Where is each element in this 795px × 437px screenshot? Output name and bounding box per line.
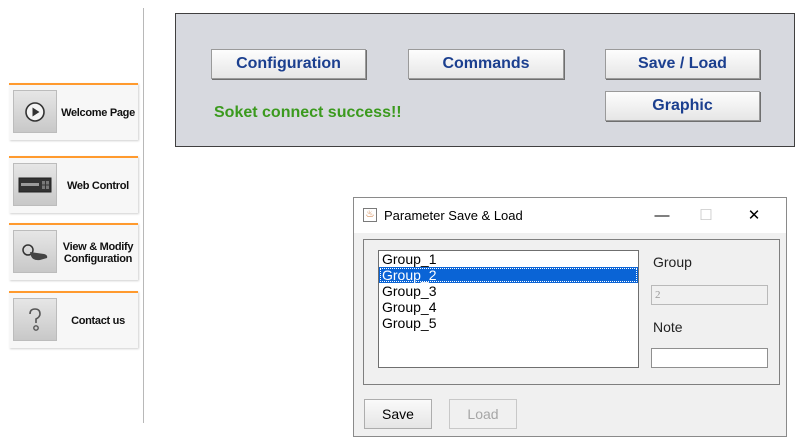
- play-icon: [13, 90, 57, 133]
- hand-pointer-icon: [13, 230, 57, 273]
- java-app-icon: ♨: [363, 208, 377, 222]
- save-load-button[interactable]: Save / Load: [605, 49, 760, 79]
- group-label: Group: [653, 254, 692, 270]
- parameter-save-load-dialog: ♨ Parameter Save & Load — ☐ ✕ Group_1 Gr…: [353, 197, 787, 437]
- commands-button[interactable]: Commands: [408, 49, 564, 79]
- list-item-group-5[interactable]: Group_5: [379, 315, 638, 331]
- load-button: Load: [449, 399, 517, 429]
- list-item-group-3[interactable]: Group_3: [379, 283, 638, 299]
- minimize-button[interactable]: —: [647, 203, 677, 227]
- dialog-titlebar[interactable]: ♨ Parameter Save & Load — ☐ ✕: [354, 198, 786, 233]
- nav-item-welcome-page[interactable]: Welcome Page: [9, 83, 138, 140]
- dialog-content-frame: Group_1 Group_2 Group_3 Group_4 Group_5 …: [363, 239, 780, 385]
- dialog-title: Parameter Save & Load: [384, 208, 523, 223]
- nav-item-web-control[interactable]: Web Control: [9, 156, 138, 213]
- configuration-button[interactable]: Configuration: [211, 49, 366, 79]
- control-panel-icon: [13, 163, 57, 206]
- list-item-group-4[interactable]: Group_4: [379, 299, 638, 315]
- maximize-button: ☐: [699, 207, 713, 224]
- nav-label-contact-us: Contact us: [71, 314, 125, 327]
- nav-label-web-control: Web Control: [67, 179, 129, 192]
- nav-label-welcome-page: Welcome Page: [61, 106, 135, 119]
- question-icon: [13, 298, 57, 341]
- close-button[interactable]: ✕: [739, 203, 769, 227]
- note-field[interactable]: [651, 348, 768, 368]
- list-item-group-1[interactable]: Group_1: [379, 251, 638, 267]
- nav-divider: [143, 8, 144, 423]
- note-label: Note: [653, 319, 683, 335]
- nav-label-view-modify-configuration: View & Modify Configuration: [62, 240, 134, 265]
- save-button[interactable]: Save: [364, 399, 432, 429]
- nav-item-contact-us[interactable]: Contact us: [9, 291, 138, 348]
- graphic-button[interactable]: Graphic: [605, 91, 760, 121]
- list-item-group-2[interactable]: Group_2: [379, 267, 638, 283]
- group-field: 2: [651, 285, 768, 305]
- group-list[interactable]: Group_1 Group_2 Group_3 Group_4 Group_5: [378, 250, 639, 368]
- connection-status: Soket connect success!!: [214, 104, 402, 121]
- command-panel: Configuration Commands Save / Load Graph…: [175, 13, 795, 147]
- nav-item-view-modify-configuration[interactable]: View & Modify Configuration: [9, 223, 138, 280]
